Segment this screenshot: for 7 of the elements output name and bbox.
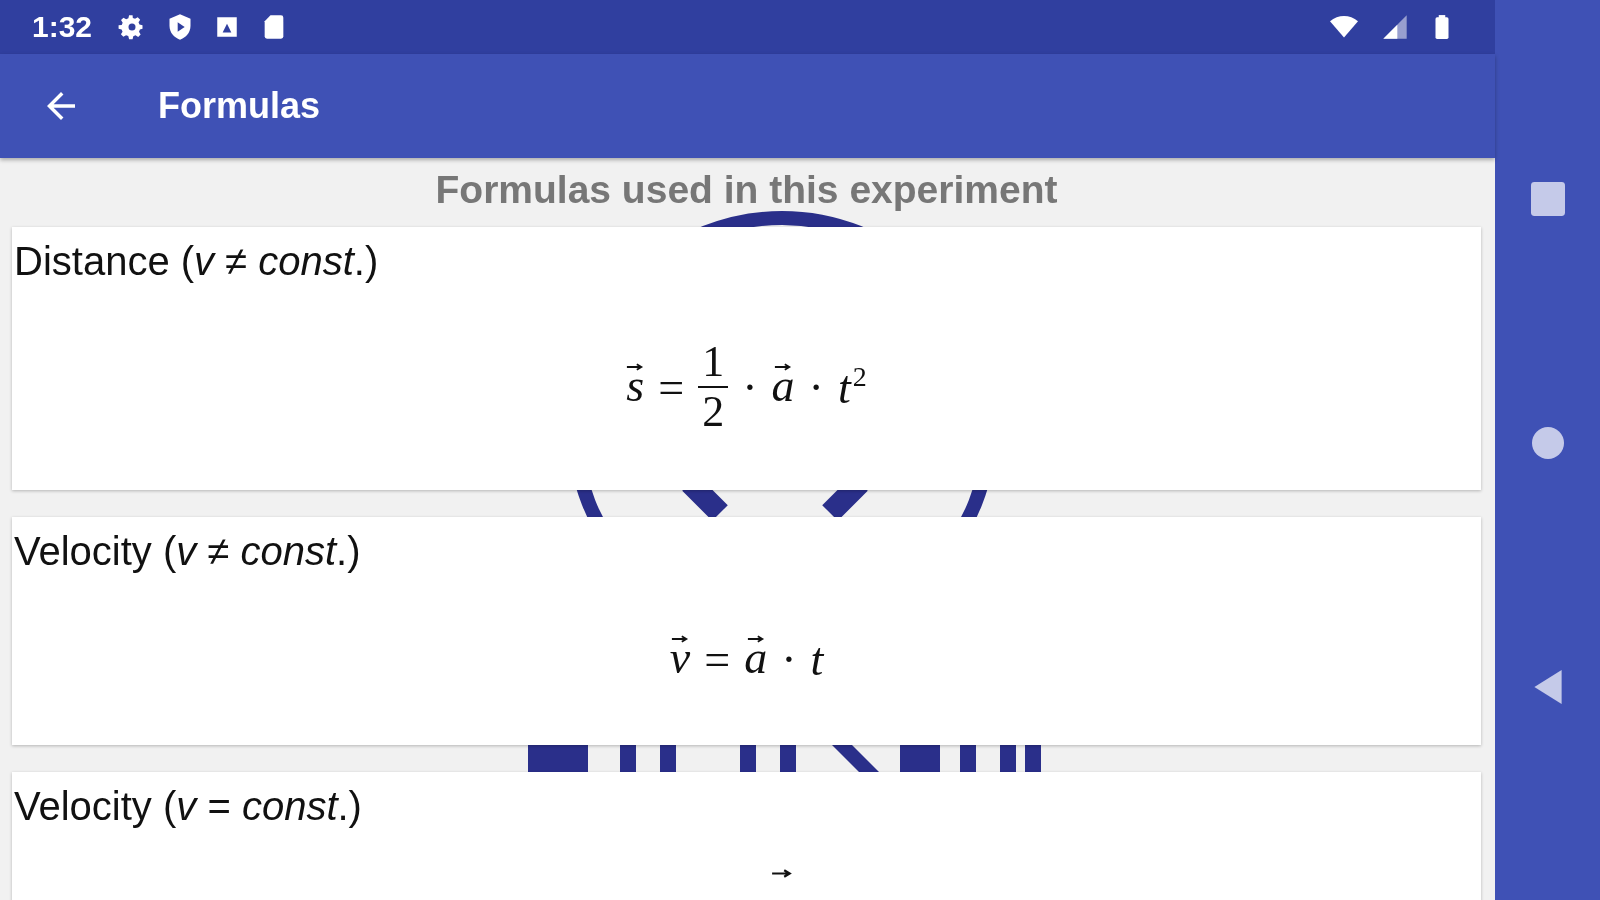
section-heading: Formulas used in this experiment (434, 168, 1059, 212)
formula: v = a · t (669, 631, 824, 687)
app-bar-title: Formulas (158, 85, 321, 127)
formula-title: Velocity (v = const.) (13, 783, 362, 829)
formula-title: Distance (v ≠ const.) (13, 238, 379, 284)
formula-title: Velocity (v ≠ const.) (13, 528, 361, 574)
status-time: 1:32 (32, 10, 93, 44)
